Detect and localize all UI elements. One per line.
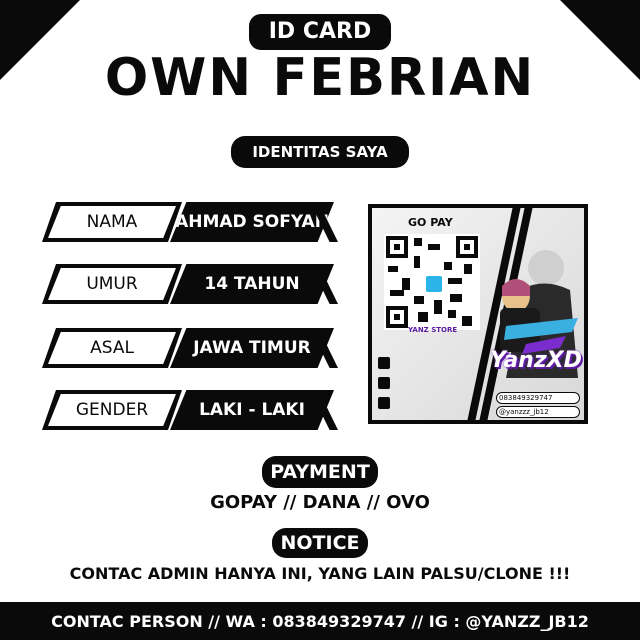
info-line — [378, 356, 474, 370]
card-owner-name: OWN FEBRIAN — [104, 48, 536, 108]
info-icon — [378, 357, 390, 369]
identity-label: NAMA — [48, 206, 176, 238]
identity-row-name: NAMA AHMAD SOFYAN — [42, 202, 334, 242]
notice-text: CONTAC ADMIN HANYA INI, YANG LAIN PALSU/… — [69, 564, 571, 583]
identity-value: JAWA TIMUR — [170, 328, 334, 368]
payment-methods: GOPAY // DANA // OVO — [210, 492, 430, 513]
info-icon — [378, 397, 390, 409]
identity-row-age: UMUR 14 TAHUN — [42, 264, 334, 304]
gopay-label: GO PAY — [408, 216, 453, 229]
payment-title: PAYMENT — [262, 456, 378, 488]
identity-section-title: IDENTITAS SAYA — [231, 136, 409, 168]
store-promo-image: GO PAY YANZ STORE YanzXD 083849329747 @y… — [368, 204, 588, 424]
contact-footer: CONTAC PERSON // WA : 083849329747 // IG… — [0, 602, 640, 640]
identity-label: GENDER — [48, 394, 176, 426]
identity-label: UMUR — [48, 268, 176, 300]
store-label: YANZ STORE — [408, 326, 458, 334]
identity-row-origin: ASAL JAWA TIMUR — [42, 328, 334, 368]
promo-phone: 083849329747 — [496, 392, 580, 404]
qr-code — [384, 234, 480, 330]
info-icon — [378, 377, 390, 389]
notice-title: NOTICE — [272, 528, 368, 558]
gopay-logo-icon — [424, 274, 444, 294]
id-card: ID CARD OWN FEBRIAN IDENTITAS SAYA NAMA … — [0, 0, 640, 640]
identity-value: AHMAD SOFYAN — [170, 202, 334, 242]
info-line — [378, 376, 474, 390]
identity-label: ASAL — [48, 332, 176, 364]
promo-instagram: @yanzzz_jb12 — [496, 406, 580, 418]
info-line — [378, 396, 474, 410]
identity-value: LAKI - LAKI — [170, 390, 334, 430]
id-card-badge: ID CARD — [249, 14, 391, 50]
identity-value: 14 TAHUN — [170, 264, 334, 304]
identity-row-gender: GENDER LAKI - LAKI — [42, 390, 334, 430]
store-brand-logo: YanzXD — [490, 348, 582, 373]
